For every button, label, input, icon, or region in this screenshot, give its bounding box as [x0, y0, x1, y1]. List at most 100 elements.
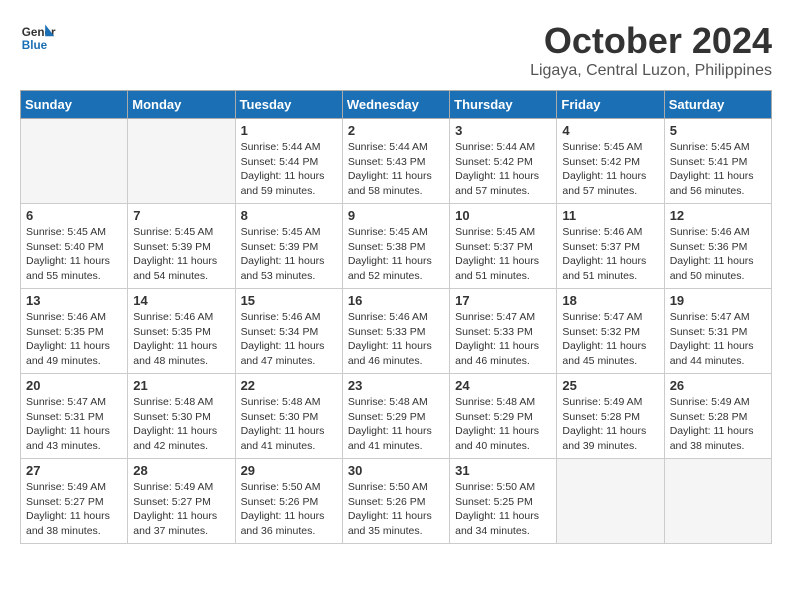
day-number: 18	[562, 293, 658, 308]
cell-info: Sunrise: 5:49 AM Sunset: 5:27 PM Dayligh…	[133, 480, 229, 539]
week-row-4: 20 Sunrise: 5:47 AM Sunset: 5:31 PM Dayli…	[21, 374, 772, 459]
location-title: Ligaya, Central Luzon, Philippines	[530, 62, 772, 80]
day-number: 26	[670, 378, 766, 393]
logo-icon: General Blue	[20, 20, 56, 56]
cell-info: Sunrise: 5:46 AM Sunset: 5:33 PM Dayligh…	[348, 310, 444, 369]
cell-info: Sunrise: 5:46 AM Sunset: 5:36 PM Dayligh…	[670, 225, 766, 284]
day-number: 23	[348, 378, 444, 393]
day-header-saturday: Saturday	[664, 91, 771, 119]
day-number: 28	[133, 463, 229, 478]
calendar-cell: 3 Sunrise: 5:44 AM Sunset: 5:42 PM Daylig…	[450, 119, 557, 204]
day-header-wednesday: Wednesday	[342, 91, 449, 119]
day-number: 16	[348, 293, 444, 308]
day-header-monday: Monday	[128, 91, 235, 119]
cell-info: Sunrise: 5:47 AM Sunset: 5:32 PM Dayligh…	[562, 310, 658, 369]
day-number: 4	[562, 123, 658, 138]
day-number: 24	[455, 378, 551, 393]
calendar-cell: 19 Sunrise: 5:47 AM Sunset: 5:31 PM Dayli…	[664, 289, 771, 374]
day-number: 12	[670, 208, 766, 223]
calendar-cell: 5 Sunrise: 5:45 AM Sunset: 5:41 PM Daylig…	[664, 119, 771, 204]
week-row-1: 1 Sunrise: 5:44 AM Sunset: 5:44 PM Daylig…	[21, 119, 772, 204]
cell-info: Sunrise: 5:45 AM Sunset: 5:40 PM Dayligh…	[26, 225, 122, 284]
calendar-cell: 14 Sunrise: 5:46 AM Sunset: 5:35 PM Dayli…	[128, 289, 235, 374]
calendar-cell: 9 Sunrise: 5:45 AM Sunset: 5:38 PM Daylig…	[342, 204, 449, 289]
day-number: 30	[348, 463, 444, 478]
calendar-cell: 17Sunrise: 5:47 AM Sunset: 5:33 PM Dayli…	[450, 289, 557, 374]
cell-info: Sunrise: 5:50 AM Sunset: 5:26 PM Dayligh…	[348, 480, 444, 539]
day-number: 2	[348, 123, 444, 138]
day-number: 27	[26, 463, 122, 478]
day-header-friday: Friday	[557, 91, 664, 119]
cell-info: Sunrise: 5:44 AM Sunset: 5:43 PM Dayligh…	[348, 140, 444, 199]
cell-info: Sunrise: 5:48 AM Sunset: 5:30 PM Dayligh…	[133, 395, 229, 454]
cell-info: Sunrise: 5:45 AM Sunset: 5:39 PM Dayligh…	[241, 225, 337, 284]
calendar-cell: 12 Sunrise: 5:46 AM Sunset: 5:36 PM Dayli…	[664, 204, 771, 289]
calendar-cell	[21, 119, 128, 204]
day-number: 11	[562, 208, 658, 223]
cell-info: Sunrise: 5:45 AM Sunset: 5:39 PM Dayligh…	[133, 225, 229, 284]
cell-info: Sunrise: 5:46 AM Sunset: 5:35 PM Dayligh…	[133, 310, 229, 369]
calendar-cell: 10Sunrise: 5:45 AM Sunset: 5:37 PM Dayli…	[450, 204, 557, 289]
calendar-cell: 2 Sunrise: 5:44 AM Sunset: 5:43 PM Daylig…	[342, 119, 449, 204]
title-block: October 2024 Ligaya, Central Luzon, Phil…	[530, 20, 772, 80]
day-number: 1	[241, 123, 337, 138]
cell-info: Sunrise: 5:44 AM Sunset: 5:44 PM Dayligh…	[241, 140, 337, 199]
cell-info: Sunrise: 5:47 AM Sunset: 5:31 PM Dayligh…	[670, 310, 766, 369]
day-number: 21	[133, 378, 229, 393]
calendar-cell: 29 Sunrise: 5:50 AM Sunset: 5:26 PM Dayli…	[235, 459, 342, 544]
cell-info: Sunrise: 5:48 AM Sunset: 5:29 PM Dayligh…	[348, 395, 444, 454]
cell-info: Sunrise: 5:49 AM Sunset: 5:28 PM Dayligh…	[670, 395, 766, 454]
svg-text:Blue: Blue	[22, 39, 48, 52]
cell-info: Sunrise: 5:49 AM Sunset: 5:27 PM Dayligh…	[26, 480, 122, 539]
day-header-sunday: Sunday	[21, 91, 128, 119]
calendar-cell	[128, 119, 235, 204]
calendar-cell: 6Sunrise: 5:45 AM Sunset: 5:40 PM Daylig…	[21, 204, 128, 289]
day-number: 5	[670, 123, 766, 138]
day-number: 19	[670, 293, 766, 308]
calendar-cell	[557, 459, 664, 544]
week-row-2: 6Sunrise: 5:45 AM Sunset: 5:40 PM Daylig…	[21, 204, 772, 289]
calendar-cell: 24Sunrise: 5:48 AM Sunset: 5:29 PM Dayli…	[450, 374, 557, 459]
day-header-tuesday: Tuesday	[235, 91, 342, 119]
month-title: October 2024	[530, 20, 772, 62]
calendar-cell: 7 Sunrise: 5:45 AM Sunset: 5:39 PM Daylig…	[128, 204, 235, 289]
cell-info: Sunrise: 5:48 AM Sunset: 5:30 PM Dayligh…	[241, 395, 337, 454]
day-number: 29	[241, 463, 337, 478]
cell-info: Sunrise: 5:45 AM Sunset: 5:42 PM Dayligh…	[562, 140, 658, 199]
calendar-cell: 25Sunrise: 5:49 AM Sunset: 5:28 PM Dayli…	[557, 374, 664, 459]
calendar-cell	[664, 459, 771, 544]
cell-info: Sunrise: 5:45 AM Sunset: 5:37 PM Dayligh…	[455, 225, 551, 284]
cell-info: Sunrise: 5:50 AM Sunset: 5:25 PM Dayligh…	[455, 480, 551, 539]
calendar-cell: 31Sunrise: 5:50 AM Sunset: 5:25 PM Dayli…	[450, 459, 557, 544]
cell-info: Sunrise: 5:45 AM Sunset: 5:41 PM Dayligh…	[670, 140, 766, 199]
day-number: 9	[348, 208, 444, 223]
cell-info: Sunrise: 5:45 AM Sunset: 5:38 PM Dayligh…	[348, 225, 444, 284]
day-number: 14	[133, 293, 229, 308]
logo: General Blue	[20, 20, 56, 56]
day-number: 20	[26, 378, 122, 393]
calendar-cell: 28 Sunrise: 5:49 AM Sunset: 5:27 PM Dayli…	[128, 459, 235, 544]
calendar-cell: 20 Sunrise: 5:47 AM Sunset: 5:31 PM Dayli…	[21, 374, 128, 459]
calendar-cell: 16 Sunrise: 5:46 AM Sunset: 5:33 PM Dayli…	[342, 289, 449, 374]
cell-info: Sunrise: 5:50 AM Sunset: 5:26 PM Dayligh…	[241, 480, 337, 539]
day-number: 17	[455, 293, 551, 308]
calendar-cell: 23 Sunrise: 5:48 AM Sunset: 5:29 PM Dayli…	[342, 374, 449, 459]
calendar-cell: 21 Sunrise: 5:48 AM Sunset: 5:30 PM Dayli…	[128, 374, 235, 459]
cell-info: Sunrise: 5:46 AM Sunset: 5:35 PM Dayligh…	[26, 310, 122, 369]
calendar-cell: 18 Sunrise: 5:47 AM Sunset: 5:32 PM Dayli…	[557, 289, 664, 374]
week-row-3: 13 Sunrise: 5:46 AM Sunset: 5:35 PM Dayli…	[21, 289, 772, 374]
calendar-table: SundayMondayTuesdayWednesdayThursdayFrid…	[20, 90, 772, 544]
day-number: 3	[455, 123, 551, 138]
day-number: 13	[26, 293, 122, 308]
calendar-cell: 27 Sunrise: 5:49 AM Sunset: 5:27 PM Dayli…	[21, 459, 128, 544]
day-header-thursday: Thursday	[450, 91, 557, 119]
cell-info: Sunrise: 5:49 AM Sunset: 5:28 PM Dayligh…	[562, 395, 658, 454]
calendar-body: 1 Sunrise: 5:44 AM Sunset: 5:44 PM Daylig…	[21, 119, 772, 544]
cell-info: Sunrise: 5:47 AM Sunset: 5:31 PM Dayligh…	[26, 395, 122, 454]
calendar-cell: 11Sunrise: 5:46 AM Sunset: 5:37 PM Dayli…	[557, 204, 664, 289]
day-number: 22	[241, 378, 337, 393]
day-number: 7	[133, 208, 229, 223]
calendar-cell: 22 Sunrise: 5:48 AM Sunset: 5:30 PM Dayli…	[235, 374, 342, 459]
cell-info: Sunrise: 5:44 AM Sunset: 5:42 PM Dayligh…	[455, 140, 551, 199]
calendar-cell: 1 Sunrise: 5:44 AM Sunset: 5:44 PM Daylig…	[235, 119, 342, 204]
